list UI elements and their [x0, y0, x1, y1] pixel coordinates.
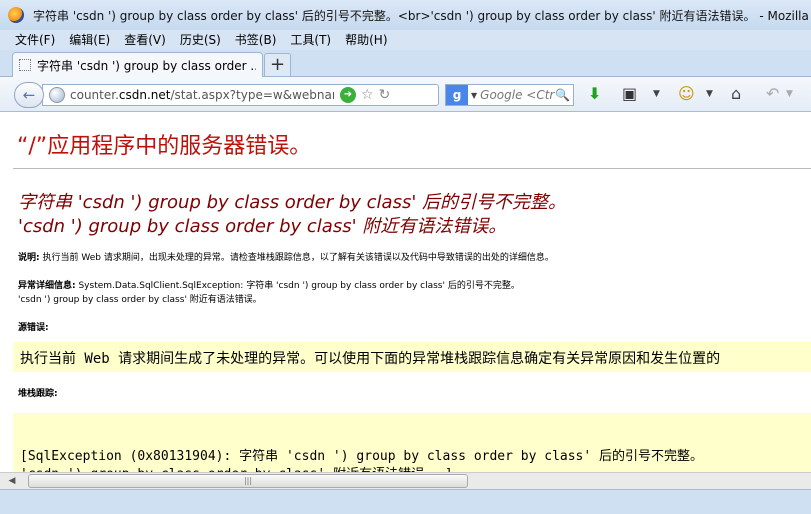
- horizontal-scrollbar[interactable]: ◀ |||: [0, 472, 811, 489]
- menu-history[interactable]: 历史(S): [173, 31, 228, 49]
- reload-icon[interactable]: ↻: [379, 87, 391, 103]
- source-error-label: 源错误:: [18, 323, 49, 333]
- error-message-line-1: 字符串 'csdn ') group by class order by cla…: [18, 192, 567, 213]
- stack-trace-line-1: [SqlException (0x80131904): 字符串 'csdn ')…: [20, 449, 704, 464]
- page-title: “/”应用程序中的服务器错误。: [17, 134, 312, 159]
- site-identity-icon[interactable]: [49, 87, 65, 103]
- page-content: “/”应用程序中的服务器错误。 字符串 'csdn ') group by cl…: [0, 112, 811, 472]
- search-input[interactable]: Google <Ctrl: [480, 88, 555, 102]
- undo-icon[interactable]: ↶: [766, 85, 779, 103]
- bookmark-star-icon[interactable]: ☆: [361, 87, 374, 103]
- engine-dropdown-icon[interactable]: ▼: [471, 91, 477, 100]
- source-error-box: 执行当前 Web 请求期间生成了未处理的异常。可以使用下面的异常堆栈跟踪信息确定…: [13, 342, 811, 372]
- menu-help[interactable]: 帮助(H): [338, 31, 394, 49]
- error-message-line-2: 'csdn ') group by class order by class' …: [18, 216, 507, 237]
- screenshot-dropdown-icon[interactable]: ▼: [653, 85, 660, 103]
- scroll-left-arrow-icon[interactable]: ◀: [4, 473, 20, 489]
- exception-details: 异常详细信息: System.Data.SqlClient.SqlExcepti…: [18, 281, 520, 291]
- screenshot-icon[interactable]: ▣: [622, 85, 637, 103]
- menu-view[interactable]: 查看(V): [117, 31, 173, 49]
- tab-label: 字符串 'csdn ') group by class order ...: [37, 58, 256, 73]
- home-icon[interactable]: ⌂: [731, 85, 741, 103]
- go-arrow-icon[interactable]: ➜: [340, 87, 356, 103]
- divider: [13, 168, 811, 169]
- search-icon[interactable]: 🔍: [555, 88, 570, 102]
- page-favicon-icon: [19, 59, 31, 71]
- exception-details-line-2: 'csdn ') group by class order by class' …: [18, 295, 262, 305]
- menu-file[interactable]: 文件(F): [8, 31, 62, 49]
- stack-trace-line-2: 'csdn ') group by class order by class' …: [20, 463, 453, 472]
- search-bar[interactable]: g ▼ Google <Ctrl 🔍: [445, 84, 574, 106]
- download-icon[interactable]: ⬇: [588, 85, 601, 103]
- url-bar[interactable]: counter.csdn.net/stat.aspx?type=w&webnam…: [42, 84, 439, 106]
- stack-trace-box: [SqlException (0x80131904): 字符串 'csdn ')…: [13, 413, 811, 472]
- navigation-toolbar: counter.csdn.net/stat.aspx?type=w&webnam…: [0, 77, 811, 112]
- smiley-dropdown-icon[interactable]: ▼: [706, 85, 713, 103]
- firefox-logo-icon: [8, 7, 24, 23]
- description: 说明: 执行当前 Web 请求期间，出现未处理的异常。请检查堆栈跟踪信息，以了解…: [18, 253, 554, 263]
- undo-dropdown-icon[interactable]: ▼: [786, 85, 793, 103]
- menu-bookmarks[interactable]: 书签(B): [228, 31, 284, 49]
- url-text[interactable]: counter.csdn.net/stat.aspx?type=w&webnam…: [70, 88, 334, 102]
- menu-bar: 文件(F) 编辑(E) 查看(V) 历史(S) 书签(B) 工具(T) 帮助(H…: [0, 30, 811, 50]
- menu-tools[interactable]: 工具(T): [283, 31, 338, 49]
- scrollbar-thumb[interactable]: |||: [28, 474, 468, 488]
- smiley-icon[interactable]: ☺: [678, 85, 695, 103]
- status-bar: [0, 489, 811, 514]
- tab-active[interactable]: 字符串 'csdn ') group by class order ...: [12, 52, 263, 77]
- window-title: 字符串 'csdn ') group by class order by cla…: [33, 8, 811, 23]
- new-tab-button[interactable]: +: [264, 53, 291, 76]
- tab-strip: 字符串 'csdn ') group by class order ... +: [0, 50, 811, 77]
- stack-trace-label: 堆栈跟踪:: [18, 389, 58, 399]
- source-error-text: 执行当前 Web 请求期间生成了未处理的异常。可以使用下面的异常堆栈跟踪信息确定…: [20, 351, 721, 367]
- window-titlebar: 字符串 'csdn ') group by class order by cla…: [0, 0, 811, 30]
- back-button[interactable]: ←: [14, 82, 44, 108]
- google-engine-icon[interactable]: g: [446, 85, 468, 105]
- menu-edit[interactable]: 编辑(E): [62, 31, 117, 49]
